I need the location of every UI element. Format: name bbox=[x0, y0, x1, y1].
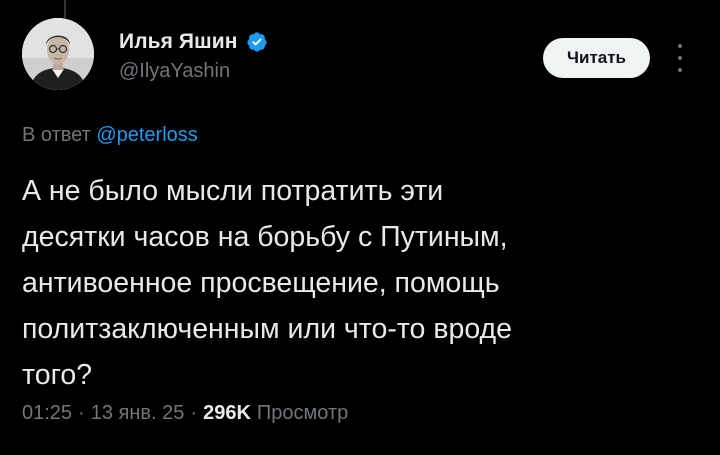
author-info: Илья Яшин @IlyaYashin bbox=[119, 28, 268, 83]
verified-badge-icon[interactable] bbox=[246, 31, 268, 53]
more-options-icon[interactable] bbox=[676, 44, 684, 72]
views-count: 296K bbox=[203, 402, 251, 424]
more-dot bbox=[678, 56, 682, 60]
meta-separator: · bbox=[78, 402, 85, 424]
reply-context: В ответ @peterloss bbox=[22, 124, 198, 147]
reply-mention-link[interactable]: @peterloss bbox=[96, 124, 197, 146]
avatar-photo-icon bbox=[22, 18, 94, 90]
tweet-meta: 01:25 · 13 янв. 25 · 296K Просмотр bbox=[22, 402, 348, 425]
follow-button[interactable]: Читать bbox=[543, 38, 650, 78]
avatar[interactable] bbox=[22, 18, 94, 90]
tweet-text: А не было мысли потратить эти десятки ча… bbox=[22, 175, 513, 391]
author-name-row: Илья Яшин bbox=[119, 28, 268, 56]
more-dot bbox=[678, 44, 682, 48]
views-label: Просмотр bbox=[256, 402, 349, 424]
more-dot bbox=[678, 68, 682, 72]
author-handle[interactable]: @IlyaYashin bbox=[119, 60, 268, 83]
tweet-header: Илья Яшин @IlyaYashin Читать bbox=[22, 18, 702, 94]
tweet-date[interactable]: 13 янв. 25 bbox=[91, 402, 185, 425]
reply-prefix: В ответ bbox=[22, 124, 91, 146]
meta-separator: · bbox=[190, 402, 198, 424]
tweet-time[interactable]: 01:25 bbox=[22, 402, 72, 425]
author-display-name[interactable]: Илья Яшин bbox=[119, 30, 238, 54]
thread-connector-line bbox=[64, 0, 66, 18]
